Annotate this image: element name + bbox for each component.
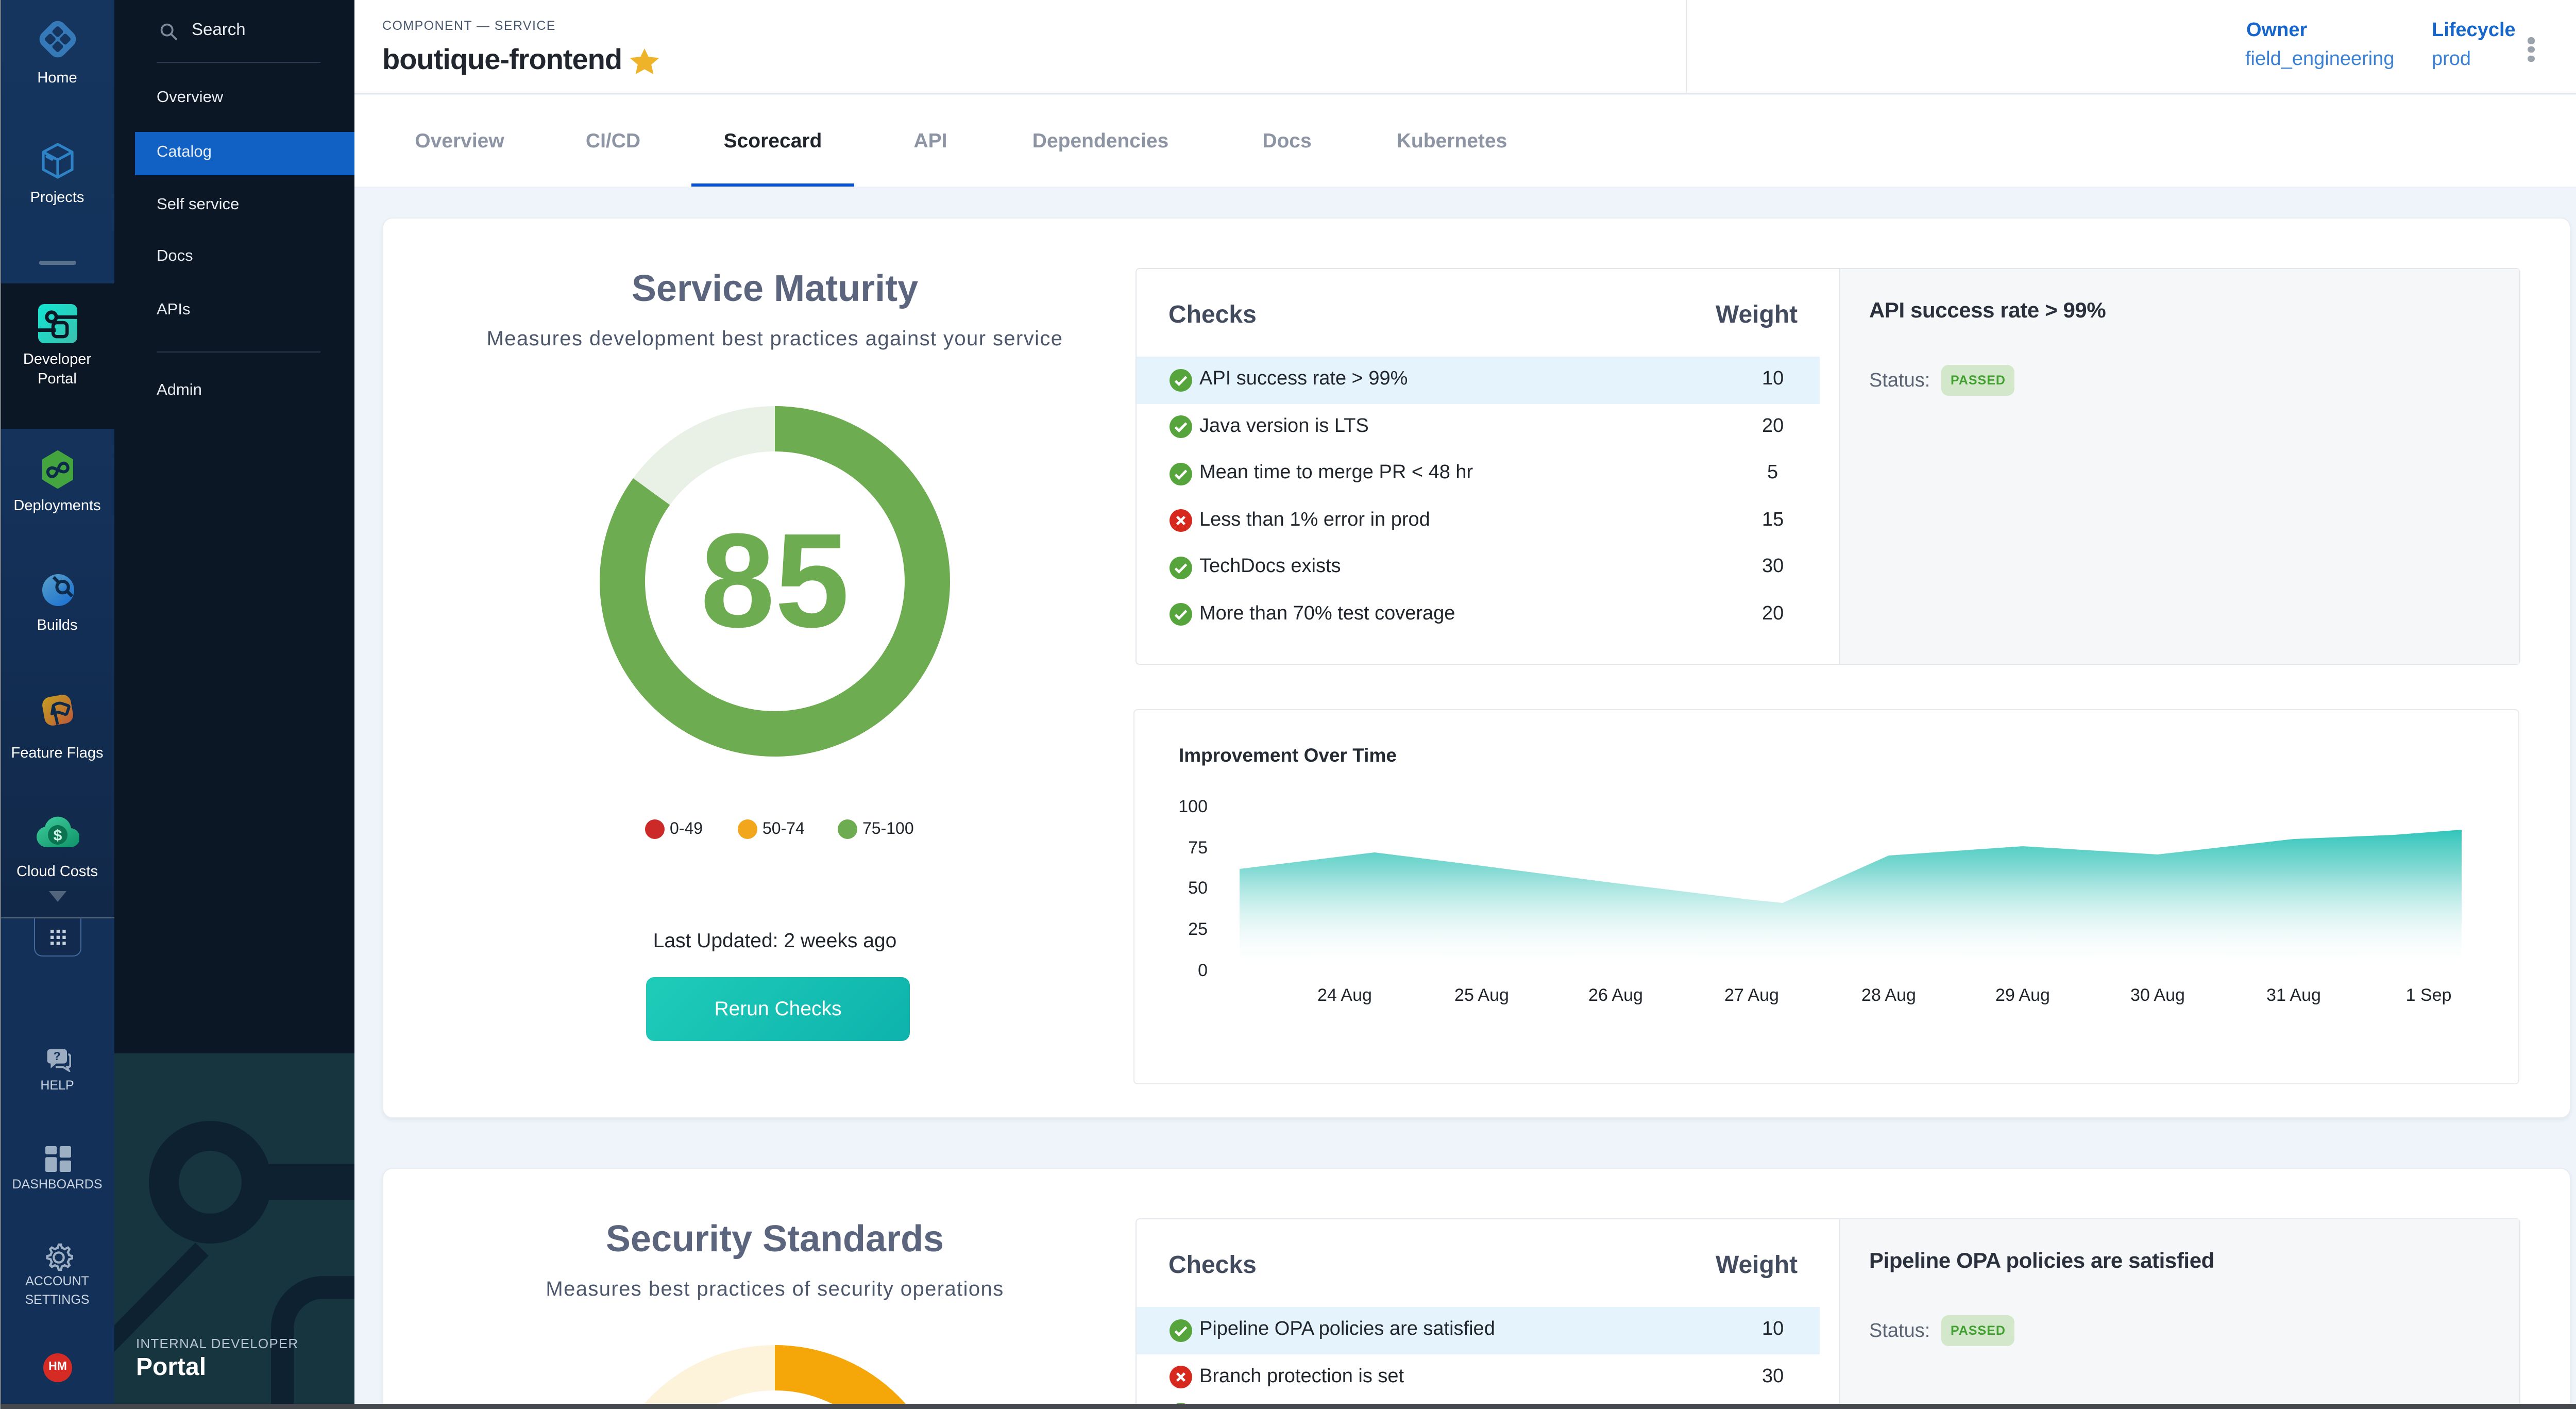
svg-text:$: $ [54, 827, 62, 844]
svg-text:?: ? [54, 1049, 61, 1063]
svg-text:85: 85 [700, 506, 849, 656]
